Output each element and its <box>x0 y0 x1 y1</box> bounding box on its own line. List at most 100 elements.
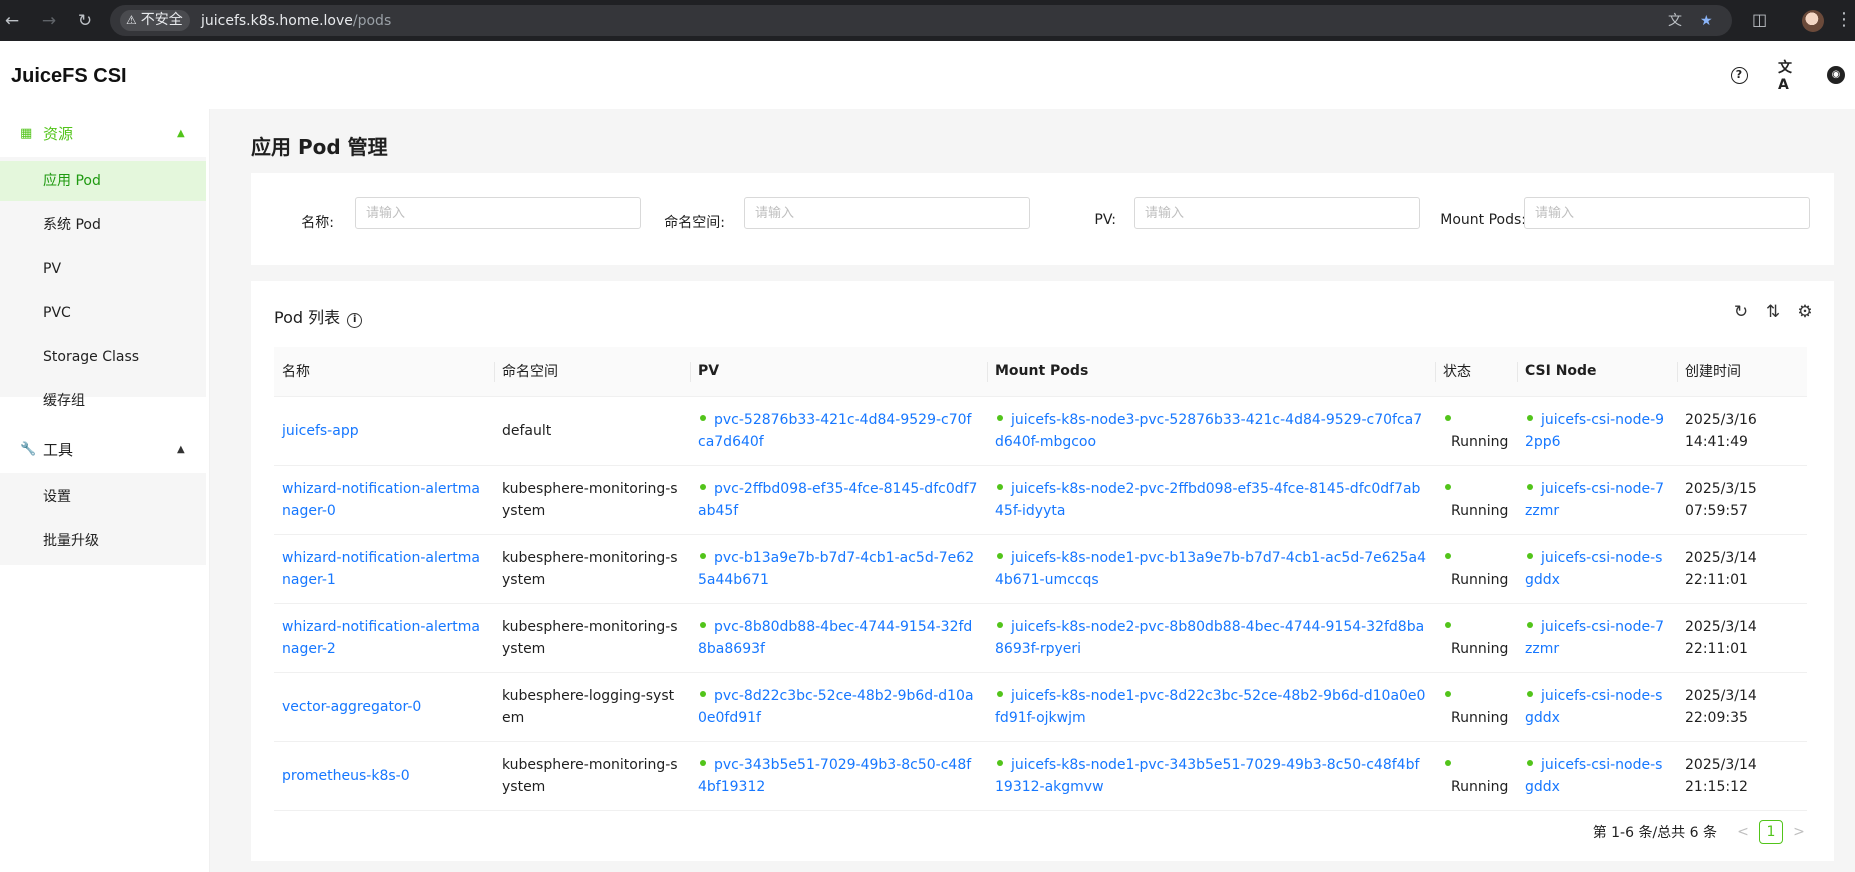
mount-pods-filter-input[interactable] <box>1524 197 1810 229</box>
pod-name-link[interactable]: whizard-notification-alertmanager-1 <box>282 550 480 588</box>
pod-list-title-text: Pod 列表 <box>274 308 341 327</box>
cell-created: 2025/3/14 22:11:01 <box>1677 534 1807 604</box>
pod-name-link[interactable]: whizard-notification-alertmanager-0 <box>282 481 480 519</box>
setting-icon[interactable]: ⚙ <box>1795 302 1815 322</box>
pod-name-link[interactable]: whizard-notification-alertmanager-2 <box>282 619 480 657</box>
help-icon[interactable]: ? <box>1729 65 1749 85</box>
language-icon[interactable]: 文A <box>1778 60 1798 93</box>
status-dot <box>1445 483 1451 490</box>
namespace-filter-input[interactable] <box>744 197 1030 229</box>
sidebar-item-batch-upgrade[interactable]: 批量升级 <box>0 521 206 561</box>
address-bar[interactable]: ⚠ 不安全 juicefs.k8s.home.love/pods 文 ★ <box>110 5 1732 36</box>
mount-pod-link[interactable]: juicefs-k8s-node1-pvc-b13a9e7b-b7d7-4cb1… <box>995 550 1426 588</box>
mount-pod-link[interactable]: juicefs-k8s-node2-pvc-2ffbd098-ef35-4fce… <box>995 481 1420 519</box>
prev-page-button[interactable]: < <box>1731 824 1755 840</box>
sidebar-item-storage-class[interactable]: Storage Class <box>0 337 206 377</box>
github-icon[interactable]: ◉ <box>1826 65 1846 85</box>
refresh-icon[interactable]: ↻ <box>1731 302 1751 322</box>
pv-link[interactable]: pvc-8b80db88-4bec-4744-9154-32fd8ba8693f <box>698 619 972 657</box>
mount-pod-link[interactable]: juicefs-k8s-node3-pvc-52876b33-421c-4d84… <box>995 412 1422 450</box>
created-date: 2025/3/14 <box>1685 549 1757 566</box>
created-time: 22:09:35 <box>1685 709 1748 726</box>
sidebar-group-tools[interactable]: 🔧 工具 ▲ <box>0 425 206 473</box>
pv-link[interactable]: pvc-b13a9e7b-b7d7-4cb1-ac5d-7e625a44b671 <box>698 550 974 588</box>
csi-node-link[interactable]: juicefs-csi-node-92pp6 <box>1525 412 1664 450</box>
namespace-text: default <box>502 422 552 439</box>
status-dot <box>997 483 1003 490</box>
cell-namespace: kubesphere-monitoring-system <box>494 465 690 535</box>
cell-namespace: kubesphere-logging-system <box>494 672 690 742</box>
column-header-namespace[interactable]: 命名空间 <box>494 347 690 397</box>
mount-pod-link[interactable]: juicefs-k8s-node1-pvc-8d22c3bc-52ce-48b2… <box>995 688 1425 726</box>
csi-node-link[interactable]: juicefs-csi-node-sgddx <box>1525 757 1662 795</box>
pod-name-link[interactable]: vector-aggregator-0 <box>282 699 421 715</box>
kebab-menu-icon[interactable]: ⋮ <box>1835 9 1853 30</box>
info-icon[interactable]: i <box>347 313 363 328</box>
pv-link[interactable]: pvc-343b5e51-7029-49b3-8c50-c48f4bf19312 <box>698 757 971 795</box>
main-content: 应用 Pod 管理 名称: 命名空间: PV: Mount Pods: Pod … <box>210 109 1855 872</box>
pv-link[interactable]: pvc-2ffbd098-ef35-4fce-8145-dfc0df7ab45f <box>698 481 977 519</box>
security-chip[interactable]: ⚠ 不安全 <box>120 10 190 31</box>
reload-icon[interactable]: ↻ <box>74 10 96 32</box>
status-dot <box>997 621 1003 628</box>
page-1-button[interactable]: 1 <box>1759 820 1783 844</box>
url-path: /pods <box>352 13 392 29</box>
mount-pod-link[interactable]: juicefs-k8s-node1-pvc-343b5e51-7029-49b3… <box>995 757 1419 795</box>
column-header-mount-pods[interactable]: Mount Pods <box>987 347 1435 397</box>
column-header-created[interactable]: 创建时间 <box>1677 347 1807 397</box>
column-header-csi-node[interactable]: CSI Node <box>1517 347 1677 397</box>
pod-name-link[interactable]: prometheus-k8s-0 <box>282 768 410 784</box>
status-text: Running <box>1451 709 1509 726</box>
column-height-icon[interactable]: ⇅ <box>1763 302 1783 322</box>
avatar[interactable] <box>1802 10 1824 32</box>
csi-node-link[interactable]: juicefs-csi-node-7zzmr <box>1525 619 1664 657</box>
namespace-filter-label: 命名空间: <box>664 215 725 231</box>
sidebar-item-system-pod[interactable]: 系统 Pod <box>0 205 206 245</box>
status-dot <box>1445 552 1451 559</box>
forward-arrow-icon[interactable]: → <box>38 10 60 32</box>
sidebar-item-pvc[interactable]: PVC <box>0 293 206 333</box>
cell-namespace: kubesphere-monitoring-system <box>494 741 690 811</box>
csi-node-link[interactable]: juicefs-csi-node-sgddx <box>1525 688 1662 726</box>
cell-created: 2025/3/16 14:41:49 <box>1677 396 1807 466</box>
sidebar-item-settings[interactable]: 设置 <box>0 477 206 517</box>
mount-pod-link[interactable]: juicefs-k8s-node2-pvc-8b80db88-4bec-4744… <box>995 619 1424 657</box>
sidebar-group-label: 工具 <box>43 440 74 459</box>
pv-filter-label: PV: <box>1094 212 1116 228</box>
column-header-name[interactable]: 名称 <box>274 347 494 397</box>
cell-status: Running <box>1435 465 1517 535</box>
pv-link[interactable]: pvc-52876b33-421c-4d84-9529-c70fca7d640f <box>698 412 971 450</box>
next-page-button[interactable]: > <box>1787 824 1811 840</box>
star-icon[interactable]: ★ <box>1700 12 1713 30</box>
pv-link[interactable]: pvc-8d22c3bc-52ce-48b2-9b6d-d10a0e0fd91f <box>698 688 974 726</box>
column-header-pv[interactable]: PV <box>690 347 987 397</box>
pod-name-link[interactable]: juicefs-app <box>282 423 359 439</box>
sidebar-item-pv[interactable]: PV <box>0 249 206 289</box>
cell-mount-pod: juicefs-k8s-node2-pvc-2ffbd098-ef35-4fce… <box>987 465 1435 535</box>
url-text[interactable]: juicefs.k8s.home.love/pods <box>201 11 391 31</box>
puzzle-icon[interactable]: ◫ <box>1752 10 1767 29</box>
status-dot <box>997 759 1003 766</box>
cell-created: 2025/3/14 22:11:01 <box>1677 603 1807 673</box>
sidebar-item-cache-group[interactable]: 缓存组 <box>0 381 206 421</box>
page-title-suffix: 管理 <box>340 135 388 159</box>
namespace-text: kubesphere-monitoring-system <box>502 480 678 519</box>
cell-pv: pvc-343b5e51-7029-49b3-8c50-c48f4bf19312 <box>690 741 987 811</box>
sidebar-group-resources[interactable]: ▦ 资源 ▲ <box>0 109 206 157</box>
sidebar-item-app-pod[interactable]: 应用 Pod <box>0 161 206 201</box>
column-header-status[interactable]: 状态 <box>1435 347 1517 397</box>
pv-filter-input[interactable] <box>1134 197 1420 229</box>
pod-table: 名称 命名空间 PV Mount Pods 状态 CSI Node 创建时间 j… <box>274 347 1807 811</box>
csi-node-link[interactable]: juicefs-csi-node-sgddx <box>1525 550 1662 588</box>
name-filter-input[interactable] <box>355 197 641 229</box>
cell-status: Running <box>1435 396 1517 466</box>
pagination: 第 1-6 条/总共 6 条 < 1 > <box>1593 820 1811 844</box>
created-date: 2025/3/16 <box>1685 411 1757 428</box>
translate-icon[interactable]: 文 <box>1668 12 1682 30</box>
app-title[interactable]: JuiceFS CSI <box>11 65 127 88</box>
security-label: 不安全 <box>140 12 183 28</box>
cell-name: vector-aggregator-0 <box>274 672 494 742</box>
csi-node-link[interactable]: juicefs-csi-node-7zzmr <box>1525 481 1664 519</box>
status-dot <box>997 690 1003 697</box>
back-arrow-icon[interactable]: ← <box>1 10 23 32</box>
